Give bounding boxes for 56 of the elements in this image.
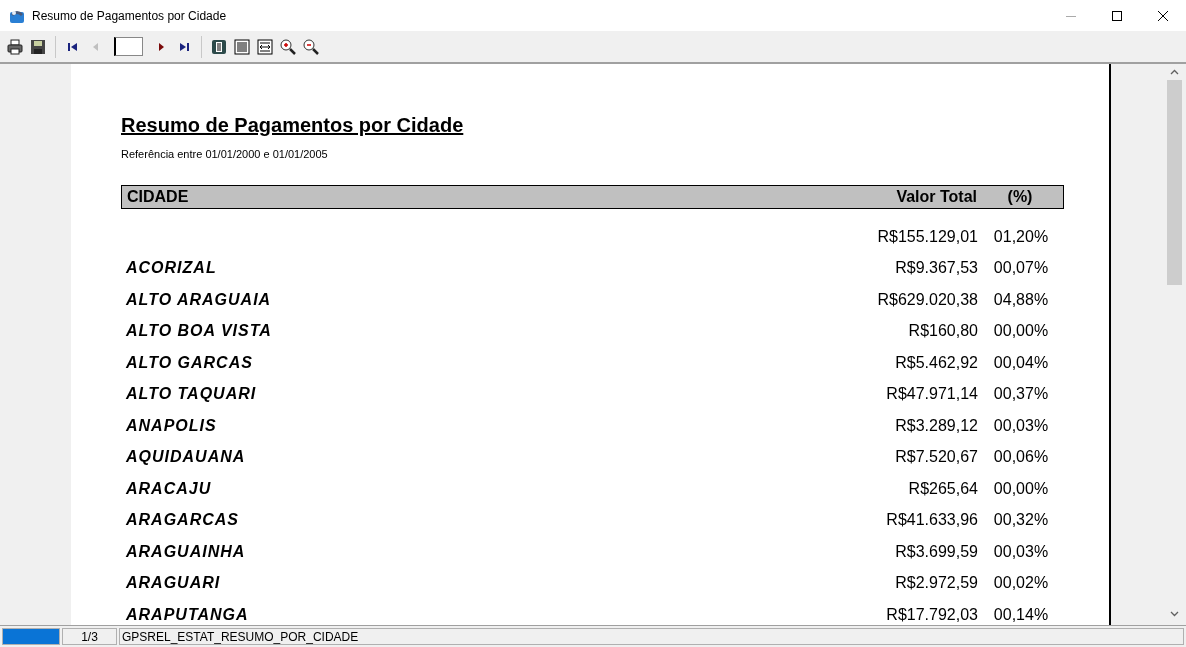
total-value: R$265,64 xyxy=(908,479,978,497)
city-name: ARAGUARI xyxy=(126,574,221,592)
city-name: ALTO GARCAS xyxy=(126,353,253,371)
close-icon[interactable] xyxy=(1157,9,1169,22)
percentage: 00,07% xyxy=(993,259,1049,277)
percentage: 00,37% xyxy=(993,385,1049,403)
total-value: R$5.462,92 xyxy=(895,353,978,371)
total-value: R$3.289,12 xyxy=(895,416,978,434)
lines-icon[interactable] xyxy=(234,38,250,55)
city-name: ALTO ARAGUAIA xyxy=(126,290,272,308)
print-icon[interactable] xyxy=(7,38,23,55)
column-header: Valor Total xyxy=(896,188,977,205)
total-value: R$2.972,59 xyxy=(895,574,978,592)
zoom-out-icon[interactable] xyxy=(303,38,319,55)
column-header: (%) xyxy=(1007,188,1033,205)
window-title: Resumo de Pagamentos por Cidade xyxy=(32,8,227,23)
percentage: 00,00% xyxy=(993,479,1049,497)
city-name: ARAGUAINHA xyxy=(126,542,246,560)
city-name: ACORIZAL xyxy=(126,259,217,277)
report-title: Resumo de Pagamentos por Cidade xyxy=(121,113,464,137)
total-value: R$155.129,01 xyxy=(877,227,978,245)
maximize-icon[interactable] xyxy=(1111,9,1123,22)
total-value: R$3.699,59 xyxy=(895,542,978,560)
percentage: 04,88% xyxy=(993,290,1049,308)
total-value: R$17.792,03 xyxy=(886,605,978,623)
percentage: 00,32% xyxy=(993,511,1049,529)
page-counter: 1/3 xyxy=(62,628,117,645)
city-name: ARAGARCAS xyxy=(126,511,239,529)
total-value: R$47.971,14 xyxy=(886,385,978,403)
zoom-in-icon[interactable] xyxy=(280,38,296,55)
progress-bar xyxy=(2,628,60,645)
fit-width-icon[interactable] xyxy=(257,38,273,55)
total-value: R$629.020,38 xyxy=(877,290,978,308)
city-name: ALTO BOA VISTA xyxy=(126,322,272,340)
percentage: 00,02% xyxy=(993,574,1049,592)
column-header: CIDADE xyxy=(127,188,189,205)
total-value: R$160,80 xyxy=(908,322,978,340)
percentage: 00,03% xyxy=(993,416,1049,434)
report-name: GPSREL_ESTAT_RESUMO_POR_CIDADE xyxy=(119,628,1184,645)
page-icon[interactable] xyxy=(211,38,227,55)
percentage: 00,06% xyxy=(993,448,1049,466)
city-name: ALTO TAQUARI xyxy=(126,385,257,403)
percentage: 00,03% xyxy=(993,542,1049,560)
total-value: R$41.633,96 xyxy=(886,511,978,529)
page-number-field[interactable] xyxy=(114,37,143,56)
total-value: R$7.520,67 xyxy=(895,448,978,466)
percentage: 00,04% xyxy=(993,353,1049,371)
report-subtitle: Referência entre 01/01/2000 e 01/01/2005 xyxy=(121,147,329,161)
percentage: 00,14% xyxy=(993,605,1049,623)
total-value: R$9.367,53 xyxy=(895,259,978,277)
city-name: ARACAJU xyxy=(126,479,212,497)
percentage: 01,20% xyxy=(993,227,1049,245)
city-name: ARAPUTANGA xyxy=(126,605,249,623)
percentage: 00,00% xyxy=(993,322,1049,340)
city-name: ANAPOLIS xyxy=(126,416,217,434)
city-name: AQUIDAUANA xyxy=(126,448,246,466)
